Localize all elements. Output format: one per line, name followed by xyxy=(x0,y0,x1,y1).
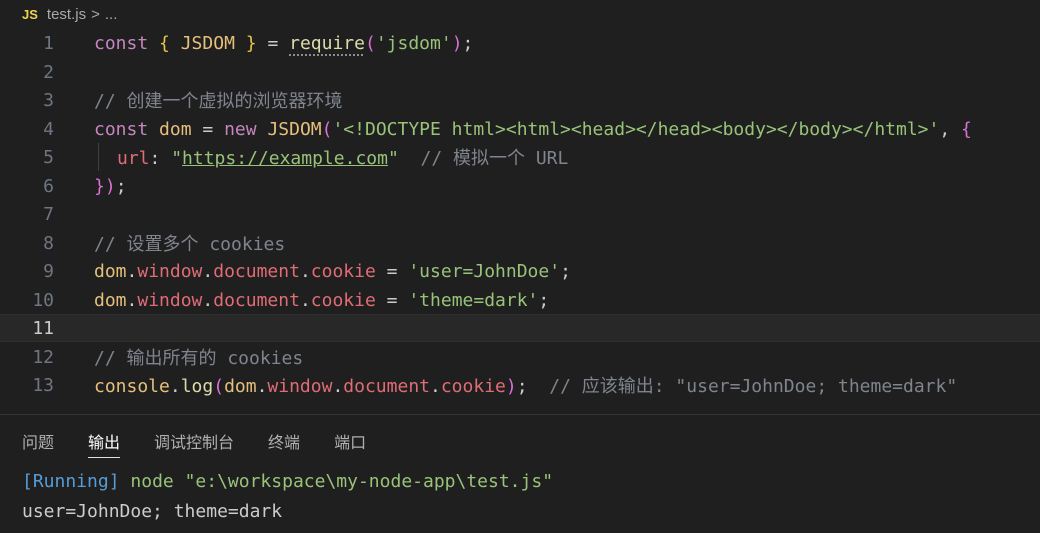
code-line[interactable]: 10 dom.window.document.cookie = 'theme=d… xyxy=(0,286,1040,314)
bottom-panel: 问题 输出 调试控制台 终端 端口 [Running] node "e:\wor… xyxy=(0,414,1040,533)
code-line[interactable]: 8 // 设置多个 cookies xyxy=(0,229,1040,257)
token: dom xyxy=(94,289,127,311)
comment: // 设置多个 cookies xyxy=(94,234,286,255)
token: cookie xyxy=(310,289,376,311)
code-line[interactable]: 1 const { JSDOM } = require('jsdom'); xyxy=(0,29,1040,57)
token: = xyxy=(267,32,279,54)
code-line[interactable]: 9 dom.window.document.cookie = 'user=Joh… xyxy=(0,257,1040,285)
url-link[interactable]: https://example.com xyxy=(182,148,388,169)
token: 'theme=dark' xyxy=(408,289,539,311)
token: ; xyxy=(115,175,127,197)
code-line[interactable]: 2 xyxy=(0,58,1040,86)
token: cookie xyxy=(440,376,506,397)
token: ( xyxy=(321,118,333,140)
tab-terminal[interactable]: 终端 xyxy=(268,429,300,457)
token: ; xyxy=(462,32,474,54)
line-number: 8 xyxy=(43,232,54,254)
tab-ports[interactable]: 端口 xyxy=(334,429,366,457)
breadcrumb: JS test.js > ... xyxy=(0,0,1040,28)
token: ) xyxy=(505,376,517,397)
code-line[interactable]: 12 // 输出所有的 cookies xyxy=(0,343,1040,371)
token: 'user=JohnDoe' xyxy=(408,260,561,282)
code-line[interactable]: 7 xyxy=(0,200,1040,228)
token: ( xyxy=(213,376,225,397)
line-number: 10 xyxy=(32,289,54,311)
comment: // 应该输出: "user=JohnDoe; theme=dark" xyxy=(549,376,958,397)
token: ; xyxy=(560,260,571,282)
token: 'jsdom' xyxy=(375,32,452,54)
token: { xyxy=(961,118,972,140)
token: '<!DOCTYPE html><html><head></head><body… xyxy=(332,118,940,140)
token: new xyxy=(224,118,257,140)
line-number: 1 xyxy=(43,32,54,54)
breadcrumb-file[interactable]: test.js xyxy=(47,6,86,23)
line-number: 3 xyxy=(43,89,54,111)
line-number: 13 xyxy=(32,374,54,396)
token: document xyxy=(343,376,430,397)
token: , xyxy=(939,118,951,140)
line-number: 5 xyxy=(43,146,54,168)
token: ( xyxy=(364,32,376,54)
token: window xyxy=(137,289,203,311)
line-number: 9 xyxy=(43,260,54,282)
panel-tabs: 问题 输出 调试控制台 终端 端口 xyxy=(0,429,378,459)
code-line-active[interactable]: 11 xyxy=(0,314,1040,342)
token: JSDOM xyxy=(180,32,235,54)
token: window xyxy=(267,376,333,397)
token: " xyxy=(387,148,399,169)
token: = xyxy=(202,118,214,140)
token: cookie xyxy=(310,260,376,282)
code-line[interactable]: 4 const dom = new JSDOM('<!DOCTYPE html>… xyxy=(0,115,1040,143)
javascript-file-icon: JS xyxy=(22,6,38,22)
line-number: 6 xyxy=(43,175,54,197)
code-line[interactable]: 3 // 创建一个虚拟的浏览器环境 xyxy=(0,86,1040,114)
line-number: 4 xyxy=(43,118,54,140)
token: ; xyxy=(516,376,528,397)
token: log xyxy=(180,376,214,397)
token: JSDOM xyxy=(267,118,322,140)
token: dom xyxy=(224,376,257,397)
token: " xyxy=(171,148,183,169)
comment: // 模拟一个 URL xyxy=(420,148,569,169)
token: dom xyxy=(94,260,127,282)
code-line[interactable]: 6 }); xyxy=(0,172,1040,200)
token: { xyxy=(159,32,170,54)
token: : xyxy=(149,148,161,169)
tab-problems[interactable]: 问题 xyxy=(22,429,54,457)
chevron-right-icon: > xyxy=(91,5,100,23)
token: } xyxy=(245,32,257,54)
token: dom xyxy=(159,118,192,140)
token: const xyxy=(94,118,149,140)
run-command: node "e:\workspace\my-node-app\test.js" xyxy=(130,471,554,492)
running-status: [Running] xyxy=(22,471,120,492)
token: url xyxy=(117,148,150,169)
line-number: 12 xyxy=(32,346,54,368)
token: = xyxy=(386,289,398,311)
token: ) xyxy=(451,32,463,54)
token: require xyxy=(289,32,365,54)
token: document xyxy=(213,289,300,311)
tab-debug-console[interactable]: 调试控制台 xyxy=(154,429,234,457)
breadcrumb-more[interactable]: ... xyxy=(105,6,118,23)
code-editor[interactable]: 1 const { JSDOM } = require('jsdom'); 2 … xyxy=(0,28,1040,414)
code-line[interactable]: 13 console.log(dom.window.document.cooki… xyxy=(0,371,1040,399)
token: console xyxy=(94,376,170,397)
output-line: [Running] node "e:\workspace\my-node-app… xyxy=(22,471,553,492)
tab-output[interactable]: 输出 xyxy=(88,429,121,458)
line-number: 2 xyxy=(43,61,54,83)
code-line[interactable]: 5 url: "https://example.com" // 模拟一个 URL xyxy=(0,143,1040,171)
token: const xyxy=(94,32,149,54)
output-result: user=JohnDoe; theme=dark xyxy=(22,501,283,522)
comment: // 创建一个虚拟的浏览器环境 xyxy=(94,91,343,112)
token: = xyxy=(386,260,398,282)
token: ) xyxy=(104,175,116,197)
line-number: 7 xyxy=(43,203,54,225)
comment: // 输出所有的 cookies xyxy=(94,348,304,369)
token: ; xyxy=(538,289,550,311)
line-number: 11 xyxy=(32,317,54,339)
token: } xyxy=(94,175,105,197)
token: window xyxy=(137,260,203,282)
token: document xyxy=(213,260,300,282)
